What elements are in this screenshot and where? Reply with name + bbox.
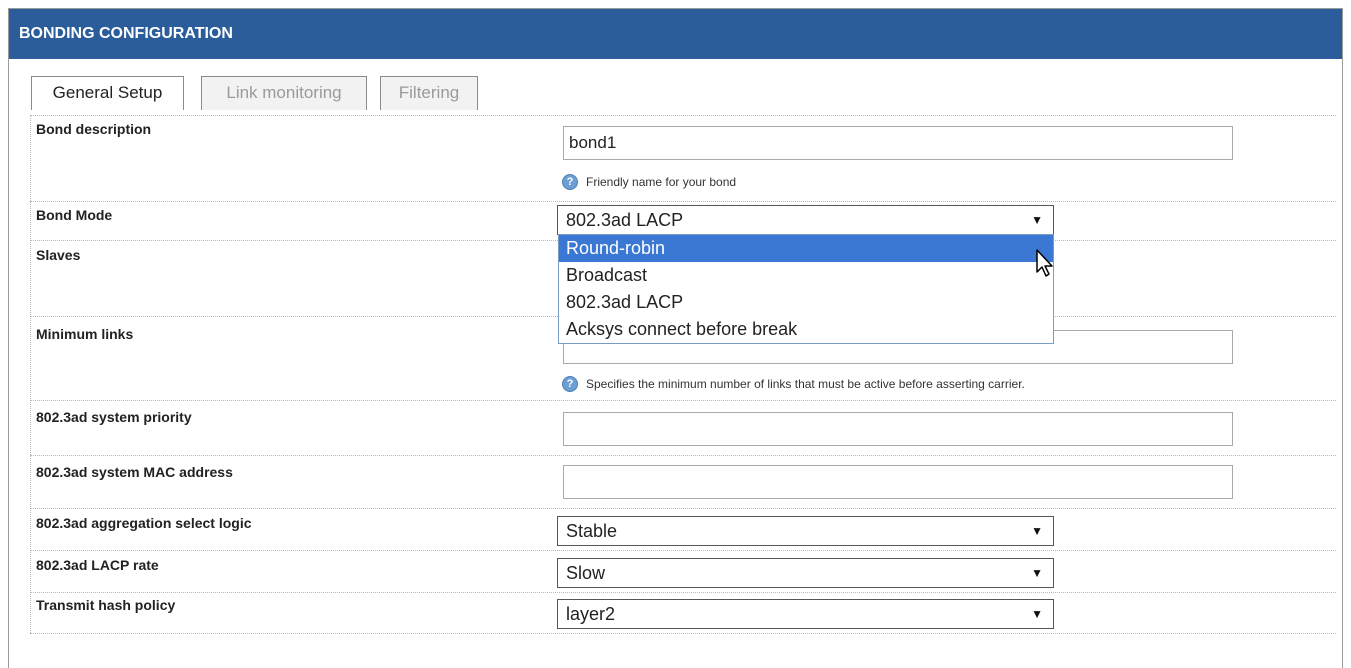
hash-policy-select[interactable]: layer2 ▼: [557, 599, 1054, 629]
hash-policy-label: Transmit hash policy: [36, 597, 176, 613]
option-round-robin[interactable]: Round-robin: [559, 235, 1053, 262]
option-8023ad-lacp[interactable]: 802.3ad LACP: [559, 289, 1053, 316]
row-separator: [30, 455, 1336, 456]
tab-general-setup[interactable]: General Setup: [31, 76, 184, 110]
bond-mode-selected-value: 802.3ad LACP: [566, 210, 684, 230]
panel-title: BONDING CONFIGURATION: [9, 9, 1342, 59]
help-icon: ?: [562, 173, 578, 190]
hash-policy-selected-value: layer2: [566, 604, 616, 624]
row-separator: [30, 400, 1336, 401]
row-separator: [30, 201, 1336, 202]
aggregation-logic-label: 802.3ad aggregation select logic: [36, 515, 252, 531]
system-mac-input[interactable]: [563, 465, 1233, 499]
row-separator: [30, 115, 1336, 116]
help-icon: ?: [562, 375, 578, 392]
bond-mode-dropdown-list: Round-robin Broadcast 802.3ad LACP Acksy…: [558, 234, 1054, 344]
dropdown-arrow-icon: ▼: [1031, 607, 1043, 621]
minimum-links-label: Minimum links: [36, 326, 134, 342]
aggregation-logic-selected-value: Stable: [566, 521, 618, 541]
row-separator: [30, 508, 1336, 509]
bond-description-hint: ? Friendly name for your bond: [562, 172, 736, 190]
option-acksys-connect-before-break[interactable]: Acksys connect before break: [559, 316, 1053, 343]
tab-filtering[interactable]: Filtering: [380, 76, 478, 110]
dropdown-arrow-icon: ▼: [1031, 524, 1043, 538]
aggregation-logic-select[interactable]: Stable ▼: [557, 516, 1054, 546]
row-separator: [30, 633, 1336, 634]
minimum-links-hint: ? Specifies the minimum number of links t…: [562, 374, 1025, 392]
dropdown-arrow-icon: ▼: [1031, 213, 1043, 227]
mouse-pointer-icon: [1036, 249, 1053, 277]
form-left-border: [30, 116, 31, 633]
tab-link-monitoring[interactable]: Link monitoring: [201, 76, 367, 110]
system-priority-label: 802.3ad system priority: [36, 409, 192, 425]
row-separator: [30, 592, 1336, 593]
system-mac-label: 802.3ad system MAC address: [36, 464, 233, 480]
bond-description-input[interactable]: bond1: [563, 126, 1233, 160]
system-priority-input[interactable]: [563, 412, 1233, 446]
dropdown-arrow-icon: ▼: [1031, 566, 1043, 580]
lacp-rate-select[interactable]: Slow ▼: [557, 558, 1054, 588]
option-broadcast[interactable]: Broadcast: [559, 262, 1053, 289]
lacp-rate-label: 802.3ad LACP rate: [36, 557, 159, 573]
lacp-rate-selected-value: Slow: [566, 563, 606, 583]
row-separator: [30, 550, 1336, 551]
slaves-label: Slaves: [36, 247, 81, 263]
bond-description-label: Bond description: [36, 121, 152, 137]
bond-mode-label: Bond Mode: [36, 207, 113, 223]
bond-mode-select[interactable]: 802.3ad LACP ▼: [557, 205, 1054, 235]
